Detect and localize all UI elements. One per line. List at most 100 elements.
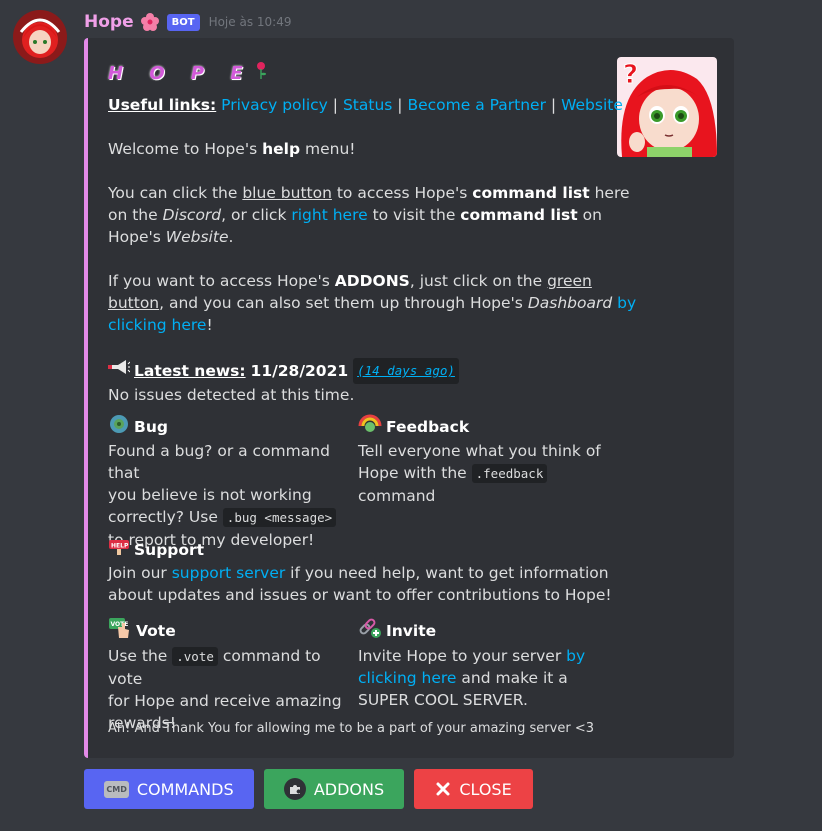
megaphone-icon	[108, 359, 131, 383]
vote-icon: VOTE	[108, 617, 132, 645]
latest-news-label: Latest news:	[134, 362, 246, 380]
text-span: Welcome to Hope's	[108, 140, 263, 158]
bot-avatar[interactable]	[13, 10, 67, 64]
bug-icon	[108, 414, 130, 440]
link-separator: |	[397, 96, 403, 114]
dashboard-link[interactable]: clicking here	[108, 316, 206, 334]
addons-button-label: ADDONS	[313, 779, 385, 799]
feedback-text: Hope with the	[358, 464, 472, 482]
addons-button[interactable]: ADDONS	[264, 769, 404, 809]
invite-text: and make it a	[456, 669, 568, 687]
commands-button-label: COMMANDS	[136, 779, 234, 799]
right-here-link[interactable]: right here	[291, 206, 367, 224]
embed-title: H O P E	[108, 61, 267, 85]
text-span: If you want to access Hope's	[108, 272, 335, 290]
bug-text: you believe is not working	[108, 486, 312, 504]
vote-text: Use the	[108, 647, 173, 665]
help-embed: H O P E ? Useful links: Privacy policy |…	[84, 38, 734, 758]
text-span: on	[577, 206, 602, 224]
field-bug: Bug Found a bug? or a command that you b…	[108, 414, 353, 551]
discord-italic: Discord	[162, 206, 222, 224]
bug-text: Found a bug? or a command that	[108, 442, 330, 482]
close-button-label: CLOSE	[459, 779, 512, 799]
invite-link[interactable]: by	[566, 647, 585, 665]
status-link[interactable]: Status	[343, 96, 392, 114]
svg-text:HELP: HELP	[111, 543, 129, 550]
news-date: 11/28/2021	[250, 362, 349, 380]
bug-command-code: .bug <message>	[222, 508, 337, 527]
invite-link[interactable]: clicking here	[358, 669, 456, 687]
feedback-icon	[358, 414, 382, 440]
command-list-bold: command list	[460, 206, 578, 224]
field-invite: Invite Invite Hope to your server by cli…	[358, 617, 608, 711]
text-span: , and you can also set them up through H…	[159, 294, 528, 312]
text-span: You can click the	[108, 184, 243, 202]
text-span: , just click on the	[409, 272, 548, 290]
useful-links-label: Useful links:	[108, 96, 217, 114]
text-span: here	[589, 184, 630, 202]
command-list-paragraph: You can click the blue button to access …	[108, 182, 630, 248]
close-icon	[435, 781, 451, 797]
invite-field-name: Invite	[386, 622, 437, 640]
commands-button[interactable]: CMD COMMANDS	[84, 769, 254, 809]
addons-bold: ADDONS	[334, 272, 410, 290]
timestamp: Hoje às 10:49	[208, 15, 292, 29]
vote-field-name: Vote	[136, 622, 176, 640]
text-span: to visit the	[367, 206, 461, 224]
link-separator: |	[332, 96, 339, 114]
text-span: , or click	[221, 206, 292, 224]
hibiscus-icon	[140, 12, 160, 32]
text-span: to access Hope's	[331, 184, 473, 202]
svg-text:VOTE: VOTE	[111, 621, 129, 628]
invite-link-icon	[358, 617, 382, 645]
cmd-icon-label: CMD	[104, 780, 129, 798]
bug-field-name: Bug	[134, 418, 168, 436]
rose-icon	[255, 61, 267, 85]
cmd-icon: CMD	[104, 780, 129, 798]
privacy-policy-link[interactable]: Privacy policy	[221, 96, 328, 114]
field-vote: VOTE Vote Use the .vote command to vote …	[108, 617, 353, 734]
link-separator: |	[550, 96, 557, 114]
become-partner-link[interactable]: Become a Partner	[407, 96, 546, 114]
useful-links: Useful links: Privacy policy | Status | …	[108, 94, 623, 116]
website-link[interactable]: Website	[561, 96, 623, 114]
embed-thumbnail: ?	[617, 57, 717, 157]
text-span: !	[206, 316, 213, 334]
invite-text: Invite Hope to your server	[358, 647, 567, 665]
message-header: Hope BOT Hoje às 10:49	[84, 8, 291, 36]
support-text: Join our	[108, 564, 172, 582]
support-text: about updates and issues or want to offe…	[108, 586, 612, 604]
welcome-text: Welcome to Hope's help menu!	[108, 138, 356, 160]
bot-tag: BOT	[166, 13, 200, 31]
puzzle-icon	[283, 778, 306, 800]
button-text: button	[108, 294, 160, 312]
feedback-text: Tell everyone what you think of	[358, 442, 601, 460]
support-field-name: Support	[134, 541, 205, 559]
command-list-bold: command list	[472, 184, 590, 202]
vote-command-code: .vote	[172, 647, 218, 666]
embed-footer: Ah! And Thank You for allowing me to be …	[108, 721, 594, 736]
help-sign-icon: HELP	[108, 538, 130, 562]
news-relative-time[interactable]: (14 days ago)	[353, 358, 459, 384]
svg-text:?: ?	[623, 60, 638, 90]
support-text: if you need help, want to get informatio…	[285, 564, 609, 582]
website-italic: Website	[165, 228, 229, 246]
close-button[interactable]: CLOSE	[414, 769, 533, 809]
latest-news: Latest news: 11/28/2021 (14 days ago) No…	[108, 358, 459, 406]
bug-text: correctly? Use	[108, 508, 223, 526]
dashboard-link[interactable]: by	[612, 294, 636, 312]
news-text: No issues detected at this time.	[108, 386, 355, 404]
blue-button-text: blue button	[242, 184, 332, 202]
support-server-link[interactable]: support server	[172, 564, 286, 582]
feedback-command-code: .feedback	[471, 464, 548, 483]
green-text: green	[547, 272, 592, 290]
field-feedback: Feedback Tell everyone what you think of…	[358, 414, 608, 507]
field-support: HELP Support Join our support server if …	[108, 538, 628, 606]
addons-paragraph: If you want to access Hope's ADDONS, jus…	[108, 270, 636, 336]
feedback-text: command	[358, 487, 436, 505]
text-span: on the	[108, 206, 163, 224]
text-span: menu!	[300, 140, 356, 158]
username[interactable]: Hope	[84, 12, 134, 32]
invite-text: SUPER COOL SERVER.	[358, 691, 528, 709]
feedback-field-name: Feedback	[386, 418, 470, 436]
